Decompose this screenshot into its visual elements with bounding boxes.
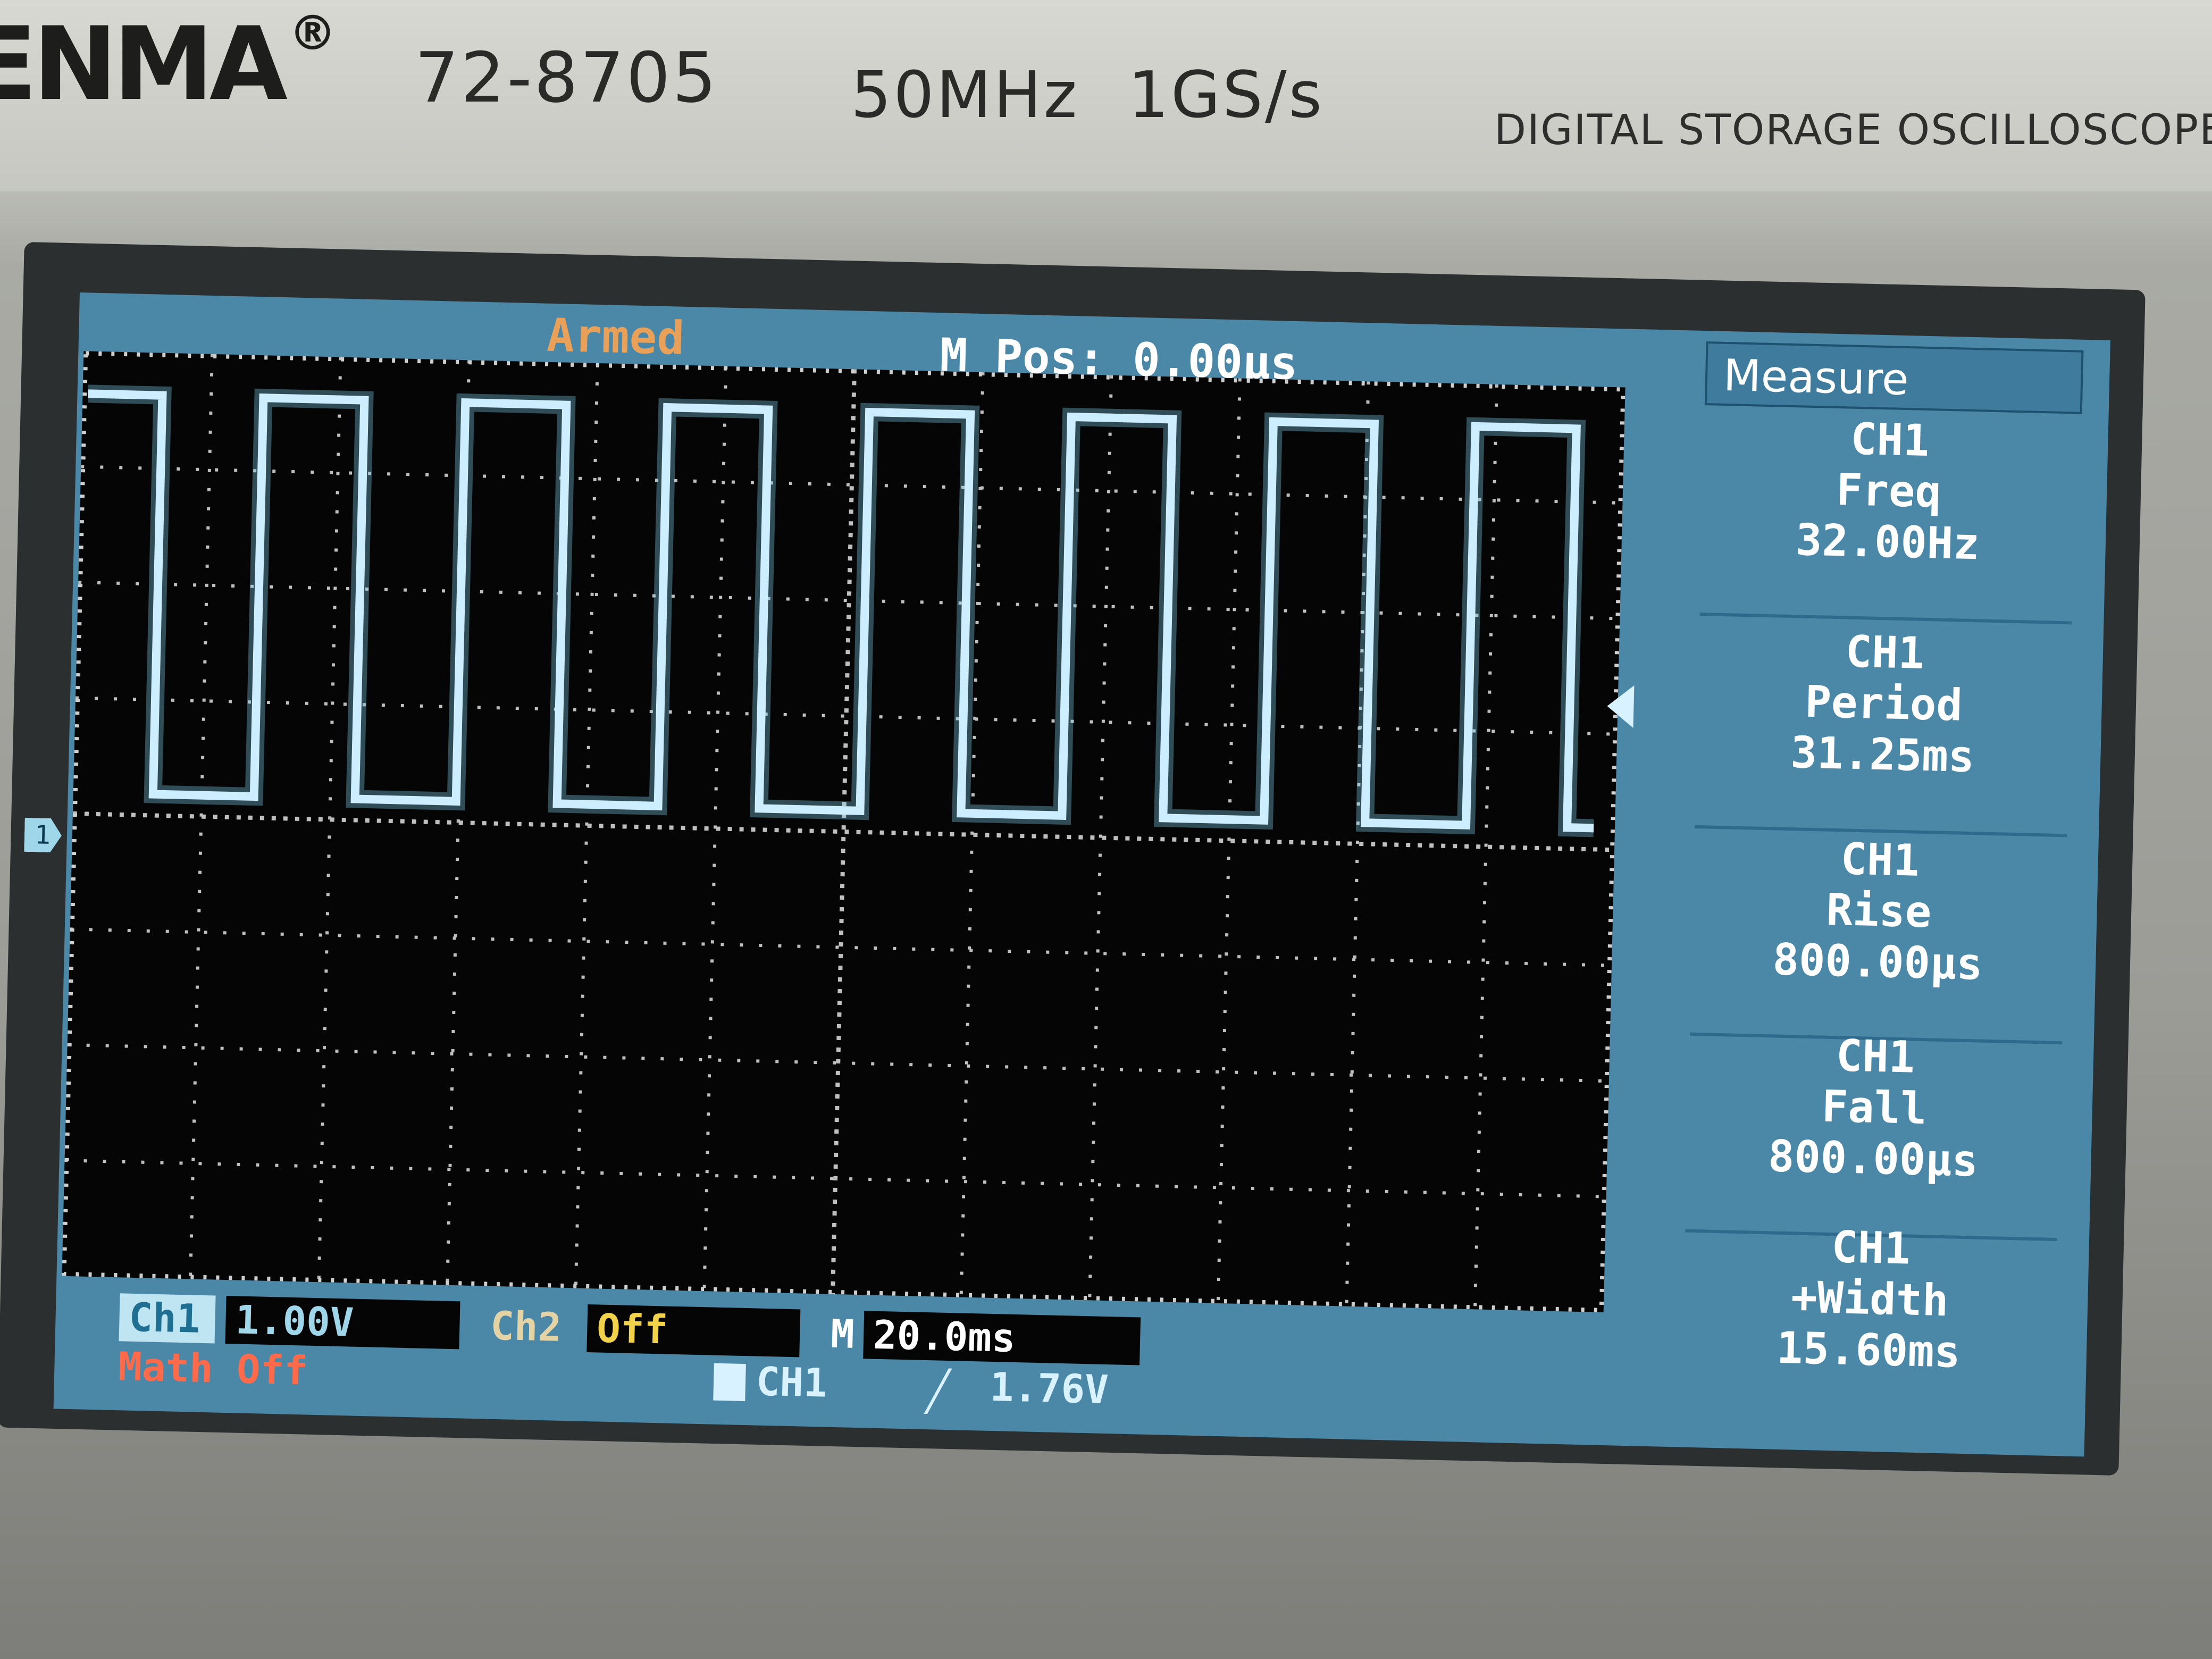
measure-slot-pos-width[interactable]: CH1 +Width 15.60ms: [1681, 1219, 2058, 1429]
measure-value: 32.00Hz: [1795, 515, 1980, 570]
measure-channel: CH1: [1840, 834, 1920, 886]
bandwidth-samplerate: 50MHz 1GS/s: [851, 58, 1325, 132]
measure-value: 31.25ms: [1790, 727, 1975, 783]
measure-name: Freq: [1836, 464, 1942, 518]
timebase-value[interactable]: 20.0ms: [863, 1311, 1141, 1365]
measure-value: 800.00µs: [1772, 934, 1983, 990]
measure-channel: CH1: [1831, 1222, 1911, 1275]
ch1-label[interactable]: Ch1: [119, 1293, 216, 1344]
measure-title[interactable]: Measure: [1704, 341, 2084, 414]
waveform-graticule: 1: [62, 351, 1635, 1313]
math-status[interactable]: Math Off: [118, 1344, 308, 1394]
timebase-label: M: [830, 1311, 855, 1358]
lcd-screen: Armed M Pos: 0.00µs 1 Measure CH1 Freq 3…: [54, 292, 2110, 1457]
measure-channel: CH1: [1850, 414, 1930, 467]
model-number: 72-8705: [415, 37, 719, 118]
acquisition-status: Armed: [546, 308, 685, 365]
measure-slot-fall[interactable]: CH1 Fall 800.00µs: [1685, 1027, 2063, 1242]
trigger-level[interactable]: 1.76V: [990, 1364, 1109, 1413]
measure-name: Period: [1804, 676, 1963, 731]
measure-name: Fall: [1821, 1081, 1928, 1135]
top-label-strip: ENMA® 72-8705 50MHz 1GS/s DIGITAL STORAG…: [0, 0, 2212, 191]
measure-slot-freq[interactable]: CH1 Freq 32.00Hz: [1699, 410, 2077, 625]
rising-edge-icon: ╱: [925, 1368, 951, 1415]
brand-logo: ENMA®: [0, 5, 337, 123]
measure-value: 15.60ms: [1776, 1322, 1961, 1378]
ch1-volts-per-div[interactable]: 1.00V: [225, 1296, 460, 1350]
ch2-label[interactable]: Ch2: [480, 1302, 577, 1352]
trigger-source[interactable]: CH1: [756, 1359, 828, 1406]
grid-hline: [81, 465, 1623, 505]
graticule-svg: [62, 351, 1626, 1313]
measure-slot-rise[interactable]: CH1 Rise 800.00µs: [1689, 830, 2067, 1045]
ch2-status[interactable]: Off: [586, 1304, 801, 1358]
trigger-source-icon: [713, 1363, 746, 1402]
measure-panel: Measure CH1 Freq 32.00Hz CH1 Period 31.2…: [1681, 341, 2089, 1424]
grid-hline: [75, 696, 1618, 736]
grid-hline: [78, 581, 1620, 621]
measure-channel: CH1: [1835, 1030, 1916, 1083]
trigger-level-marker[interactable]: [1606, 684, 1635, 728]
device-type-label: DIGITAL STORAGE OSCILLOSCOPE: [1494, 106, 2212, 154]
measure-channel: CH1: [1845, 626, 1925, 679]
measure-value: 800.00µs: [1767, 1131, 1979, 1187]
measure-name: +Width: [1790, 1272, 1949, 1327]
measure-slot-period[interactable]: CH1 Period 31.25ms: [1695, 623, 2072, 837]
measure-name: Rise: [1825, 884, 1932, 938]
